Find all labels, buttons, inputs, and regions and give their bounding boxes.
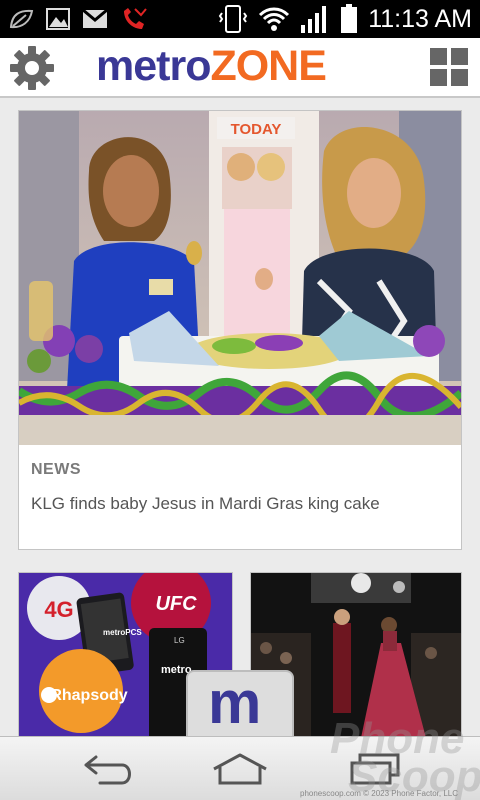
- main-story-card[interactable]: TODAY NEWS KLG finds baby Jesus in Mardi…: [18, 110, 462, 550]
- app-header: metroZONE: [0, 38, 480, 98]
- phonescoop-watermark: Phone Scoop: [330, 717, 480, 799]
- phone-brand-1: metroPCS: [103, 628, 142, 637]
- status-bar: 11:13 AM: [0, 0, 480, 38]
- app-root: 11:13 AM metroZONE TODAY NEWS KLG finds …: [0, 0, 480, 800]
- watermark-credit: phonescoop.com © 2023 Phone Factor, LLC: [300, 789, 458, 798]
- battery-icon: [341, 4, 358, 33]
- metro-m-tab[interactable]: m: [186, 669, 294, 736]
- logo-zone: ZONE: [210, 42, 326, 90]
- rhapsody-logo-text: Rhapsody: [50, 687, 127, 704]
- gmail-icon: [82, 9, 108, 28]
- content-feed: TODAY NEWS KLG finds baby Jesus in Mardi…: [0, 100, 480, 736]
- missed-call-icon: [124, 8, 147, 29]
- vibrate-icon: [219, 5, 248, 33]
- ufc-logo-text: UFC: [155, 593, 197, 615]
- notification-icons: [8, 7, 148, 31]
- system-icons: 11:13 AM: [218, 4, 472, 34]
- gear-icon[interactable]: [8, 44, 56, 92]
- phone-brand-2: LG: [174, 636, 185, 645]
- metro-m-label: m: [208, 669, 262, 736]
- metrozone-logo: metroZONE: [96, 42, 327, 91]
- leaf-icon: [9, 9, 34, 29]
- image-icon: [46, 8, 70, 30]
- badge-4g-text: 4G: [44, 597, 73, 622]
- story-photo[interactable]: TODAY: [19, 111, 461, 445]
- today-banner-text: TODAY: [231, 121, 282, 138]
- home-icon[interactable]: [210, 751, 270, 787]
- signal-icon: [301, 6, 327, 33]
- back-icon[interactable]: [78, 751, 138, 787]
- status-clock: 11:13 AM: [368, 4, 472, 33]
- story-category: NEWS: [31, 461, 81, 478]
- logo-metro: metro: [96, 42, 211, 90]
- story-headline[interactable]: KLG finds baby Jesus in Mardi Gras king …: [31, 494, 380, 514]
- wifi-icon: [259, 7, 290, 31]
